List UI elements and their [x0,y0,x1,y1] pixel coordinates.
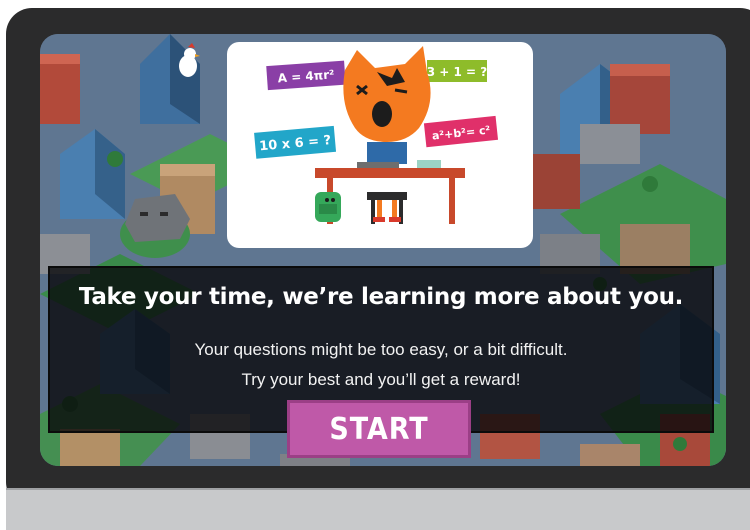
backpack-icon [315,192,341,222]
dialog-heading: Take your time, we’re learning more abou… [78,284,684,310]
formula-pythagoras: a²+b²= c² [423,115,499,148]
tablet-base [6,488,750,530]
illustration-card: A = 4πr² 3 + 1 = ? 10 x 6 = ? a²+b²= c² [227,42,533,248]
dialog-line-1: Your questions might be too easy, or a b… [194,340,568,359]
character-icon [343,46,431,164]
classroom-illustration: A = 4πr² 3 + 1 = ? 10 x 6 = ? a²+b²= c² [254,46,499,224]
dialog-line-2: Try your best and you’ll get a reward! [241,370,521,389]
svg-text:3 + 1 = ?: 3 + 1 = ? [427,65,488,79]
game-screen: A = 4πr² 3 + 1 = ? 10 x 6 = ? a²+b²= c² [40,34,726,466]
start-button[interactable]: START [287,400,471,458]
formula-area: A = 4πr² [266,60,346,91]
formula-addition: 3 + 1 = ? [427,60,488,82]
formula-multiplication: 10 x 6 = ? [254,125,337,159]
